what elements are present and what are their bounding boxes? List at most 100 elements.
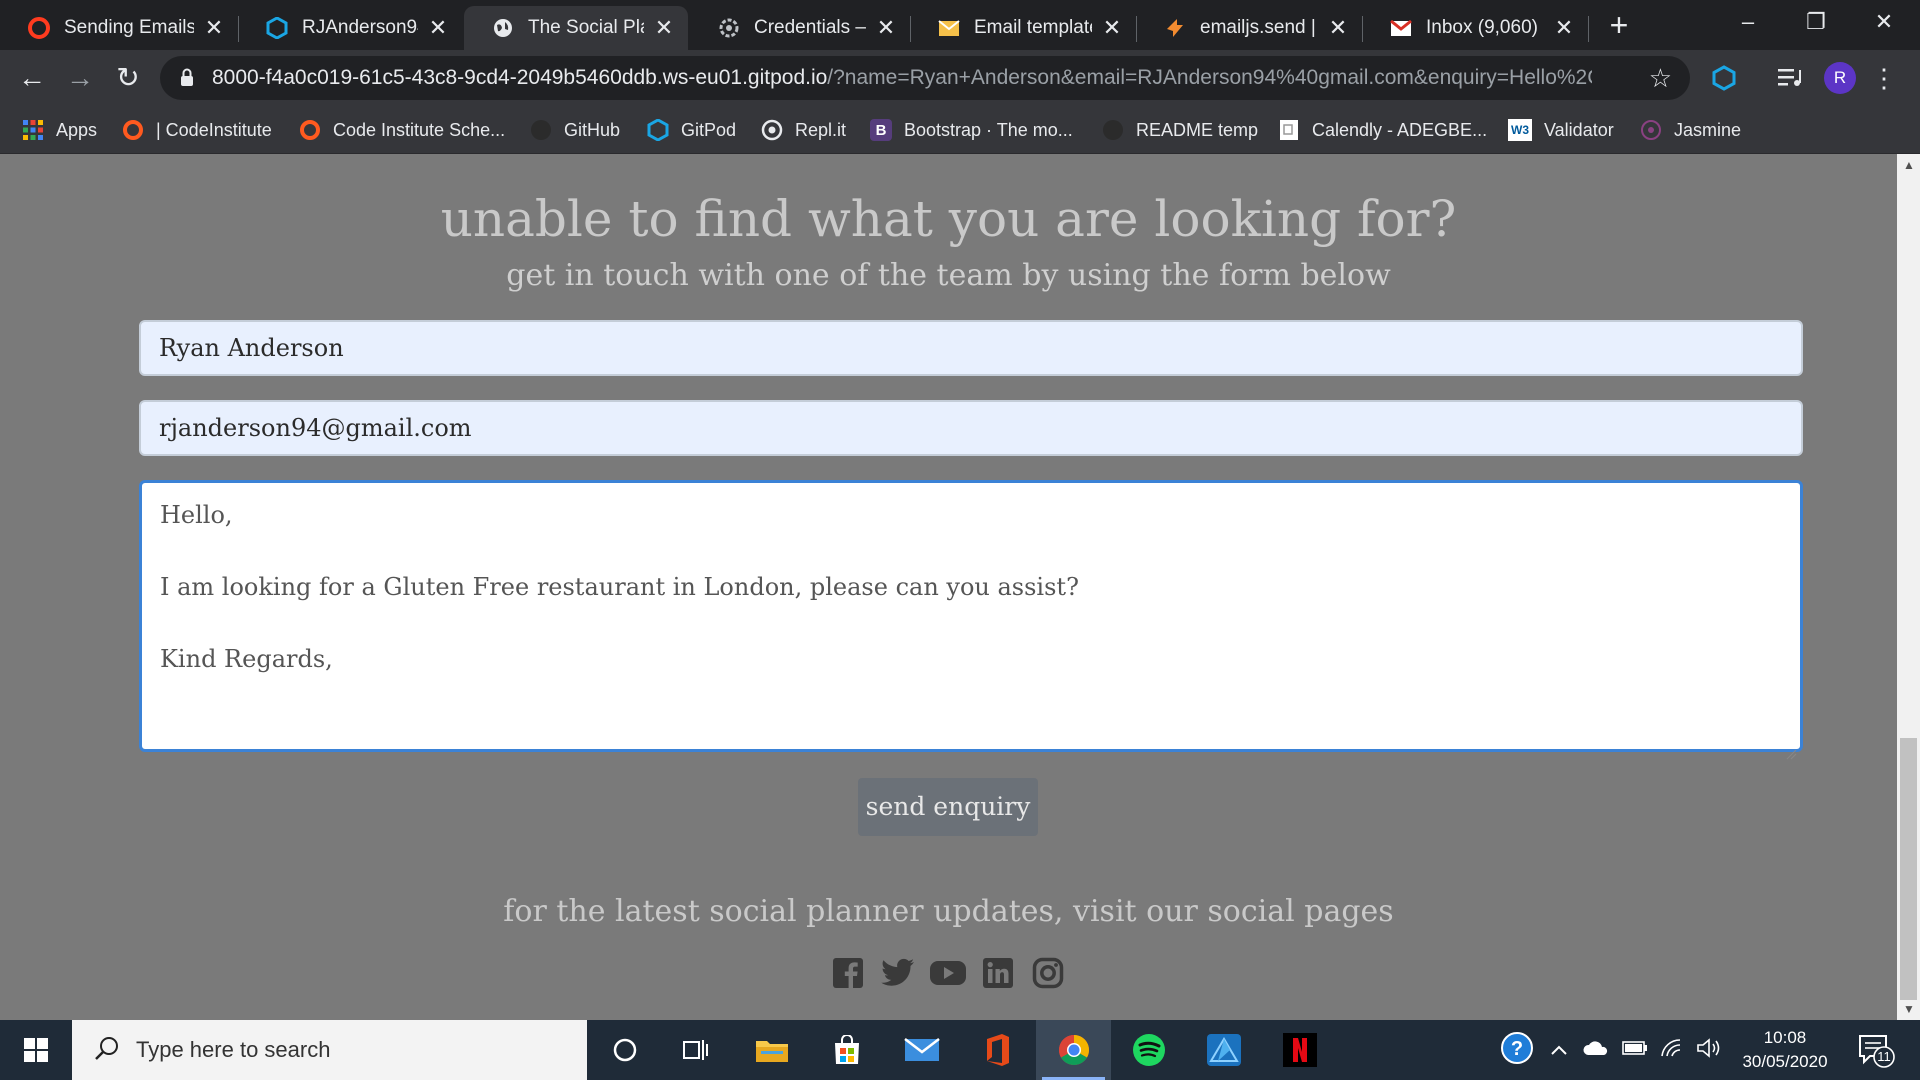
name-input[interactable]: Ryan Anderson (139, 320, 1803, 376)
emailjs-icon (1164, 17, 1186, 39)
windows-taskbar: Type here to search ? 10:08 30/05/2020 1… (0, 1020, 1920, 1080)
search-placeholder: Type here to search (136, 1037, 331, 1062)
bookmark-github[interactable]: GitHub (530, 106, 620, 154)
bookmark-apps[interactable]: Apps (22, 106, 97, 154)
chrome-taskbar-icon[interactable] (1036, 1020, 1111, 1080)
tab-sending-emails[interactable]: Sending Emails! ✕ (0, 6, 238, 50)
close-window-button[interactable]: ✕ (1856, 0, 1912, 44)
tab-title: The Social Plann (528, 17, 644, 38)
replit-icon (761, 119, 783, 141)
close-icon[interactable]: ✕ (1554, 15, 1574, 41)
page-icon (1278, 119, 1300, 141)
tab-title: Credentials – Go (754, 17, 866, 38)
tab-emailjs-send[interactable]: emailjs.send | Em ✕ (1136, 6, 1362, 50)
scroll-up-arrow-icon[interactable]: ▲ (1903, 158, 1915, 172)
bookmark-calendly[interactable]: Calendly - ADEGBE... (1278, 106, 1487, 154)
tab-email-templates[interactable]: Email templates ✕ (910, 6, 1136, 50)
linkedin-icon[interactable] (979, 954, 1017, 992)
minimize-button[interactable]: – (1720, 0, 1776, 44)
facebook-icon[interactable] (829, 954, 867, 992)
bookmark-label: Repl.it (795, 119, 847, 140)
tab-credentials[interactable]: Credentials – Go ✕ (690, 6, 910, 50)
email-input[interactable]: rjanderson94@gmail.com (139, 400, 1803, 456)
tab-rjanderson-repo[interactable]: RJAnderson94/t ✕ (238, 6, 462, 50)
gitpod-extension-icon[interactable] (1708, 62, 1740, 94)
taskbar-search-box[interactable]: Type here to search (72, 1020, 587, 1080)
instagram-icon[interactable] (1029, 954, 1067, 992)
task-view-icon[interactable] (658, 1020, 733, 1080)
page-content: unable to find what you are looking for?… (0, 154, 1897, 1020)
back-button[interactable]: ← (14, 60, 50, 96)
reload-button[interactable]: ↻ (110, 60, 146, 96)
bookmark-star-icon[interactable]: ☆ (1649, 56, 1672, 100)
close-icon[interactable]: ✕ (204, 15, 224, 41)
bookmark-code-institute-schedule[interactable]: Code Institute Sche... (299, 106, 505, 154)
spotify-icon[interactable] (1111, 1020, 1186, 1080)
close-icon[interactable]: ✕ (428, 15, 448, 41)
page-subheading: get in touch with one of the team by usi… (506, 258, 1391, 293)
chrome-menu-icon[interactable]: ⋮ (1868, 62, 1900, 94)
gear-icon (718, 17, 740, 39)
close-icon[interactable]: ✕ (876, 15, 896, 41)
resize-grip-icon[interactable] (1785, 734, 1797, 760)
twitter-icon[interactable] (879, 954, 917, 992)
wifi-icon[interactable] (1660, 1038, 1684, 1063)
bookmark-label: GitHub (564, 119, 621, 140)
enquiry-line: I am looking for a Gluten Free restauran… (160, 573, 1079, 601)
file-explorer-icon[interactable] (734, 1020, 809, 1080)
affinity-designer-icon[interactable] (1186, 1020, 1261, 1080)
chevron-up-icon[interactable] (1550, 1040, 1568, 1061)
close-icon[interactable]: ✕ (1328, 15, 1348, 41)
bookmark-jasmine[interactable]: Jasmine (1640, 106, 1741, 154)
tab-title: Sending Emails! (64, 17, 194, 38)
close-icon[interactable]: ✕ (1102, 15, 1122, 41)
bookmark-label: Validator (1544, 119, 1614, 140)
enquiry-textarea[interactable]: Hello, I am looking for a Gluten Free re… (139, 480, 1803, 760)
bookmark-bootstrap[interactable]: B Bootstrap · The mo... (870, 106, 1073, 154)
scrollbar-thumb[interactable] (1900, 738, 1917, 1000)
clock-time: 10:08 (1763, 1028, 1807, 1047)
enquiry-line: Hello, (160, 501, 233, 529)
volume-icon[interactable] (1696, 1037, 1722, 1064)
system-tray: ? (1500, 1020, 1722, 1080)
tab-gmail-inbox[interactable]: Inbox (9,060) - r ✕ (1362, 6, 1588, 50)
social-links (829, 954, 1067, 994)
address-bar[interactable]: 8000-f4a0c019-61c5-43c8-9cd4-2049b5460dd… (160, 56, 1690, 100)
cortana-icon[interactable] (587, 1020, 662, 1080)
profile-avatar[interactable]: R (1824, 62, 1856, 94)
mail-icon[interactable] (884, 1020, 959, 1080)
media-control-icon[interactable] (1774, 62, 1806, 94)
tab-title: RJAnderson94/t (302, 17, 418, 38)
scroll-down-arrow-icon[interactable]: ▼ (1903, 1002, 1915, 1016)
windows-start-button[interactable] (0, 1020, 72, 1080)
gmail-icon (1390, 17, 1412, 39)
system-clock[interactable]: 10:08 30/05/2020 (1720, 1026, 1850, 1074)
new-tab-button[interactable]: + (1604, 8, 1634, 42)
page-scrollbar[interactable]: ▲ ▼ (1897, 154, 1920, 1020)
microsoft-store-icon[interactable] (809, 1020, 884, 1080)
close-icon[interactable]: ✕ (654, 15, 674, 41)
tab-strip: Sending Emails! ✕ RJAnderson94/t ✕ The S… (0, 0, 1920, 50)
bookmark-gitpod[interactable]: GitPod (647, 106, 736, 154)
enquiry-line: Kind Regards, (160, 645, 333, 673)
youtube-icon[interactable] (929, 954, 967, 992)
bookmark-label: Jasmine (1674, 119, 1742, 140)
bookmark-codeinstitute[interactable]: | CodeInstitute (122, 106, 272, 154)
action-center-button[interactable]: 11 (1856, 1032, 1896, 1068)
url-text: 8000-f4a0c019-61c5-43c8-9cd4-2049b5460dd… (212, 56, 1592, 100)
bookmark-readme-temp[interactable]: README temp (1102, 106, 1258, 154)
bookmark-validator[interactable]: W3 Validator (1508, 106, 1614, 154)
bookmark-label: Code Institute Sche... (333, 119, 506, 140)
bookmark-replit[interactable]: Repl.it (761, 106, 846, 154)
bookmark-label: Calendly - ADEGBE... (1312, 119, 1488, 140)
apps-grid-icon (22, 119, 44, 141)
help-icon[interactable]: ? (1500, 1031, 1534, 1070)
onedrive-icon[interactable] (1582, 1039, 1610, 1062)
restore-button[interactable]: ❐ (1788, 0, 1844, 44)
battery-icon[interactable] (1622, 1040, 1648, 1061)
netflix-icon[interactable] (1262, 1020, 1337, 1080)
tab-social-planner[interactable]: The Social Plann ✕ (464, 6, 688, 50)
office-icon[interactable] (960, 1020, 1035, 1080)
send-enquiry-button[interactable]: send enquiry (858, 778, 1038, 836)
forward-button[interactable]: → (62, 60, 98, 96)
